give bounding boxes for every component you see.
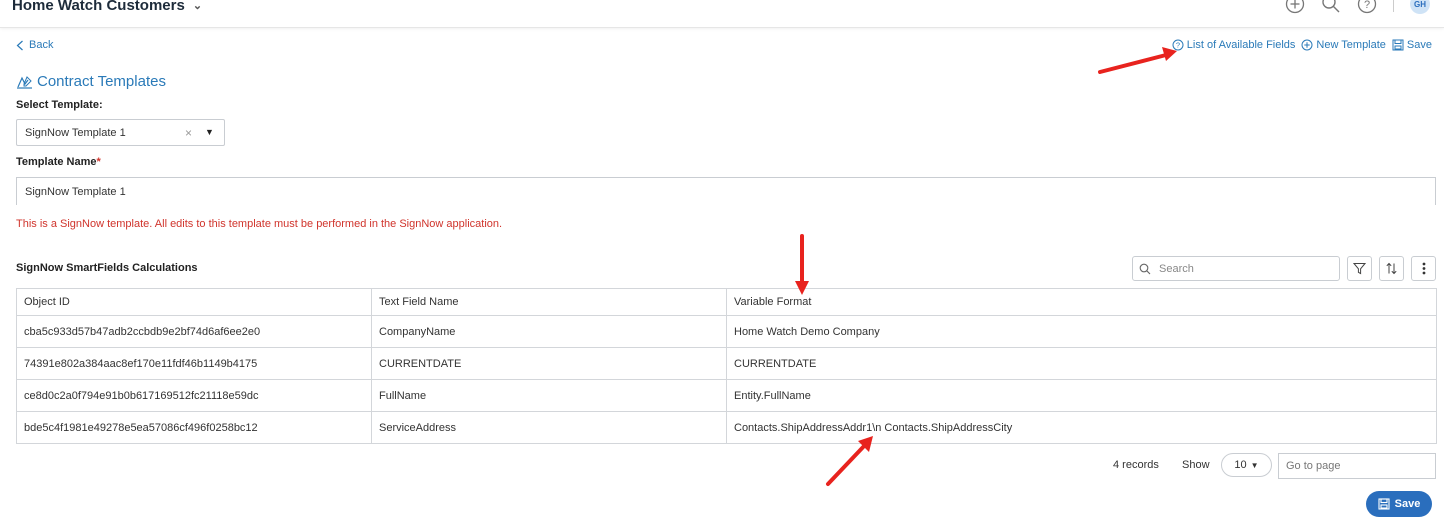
cell-object-id: bde5c4f1981e49278e5ea57086cf496f0258bc12 bbox=[16, 411, 372, 444]
template-name-value: SignNow Template 1 bbox=[25, 185, 126, 198]
help-icon[interactable]: ? bbox=[1357, 0, 1377, 14]
filter-icon bbox=[1353, 263, 1366, 275]
column-header-object-id[interactable]: Object ID bbox=[16, 288, 372, 316]
grid-title: SignNow SmartFields Calculations bbox=[16, 262, 198, 274]
help-circle-icon: ? bbox=[1172, 39, 1184, 51]
table-header-row: Object ID Text Field Name Variable Forma… bbox=[16, 288, 1437, 316]
cell-object-id: cba5c933d57b47adb2ccbdb9e2bf74d6af6ee2e0 bbox=[16, 315, 372, 348]
chevron-down-icon: ⌄ bbox=[192, 0, 203, 12]
top-bar: Home Watch Customers ⌄ ? GH bbox=[0, 0, 1444, 28]
back-label: Back bbox=[29, 39, 54, 51]
kebab-menu-icon bbox=[1422, 262, 1425, 275]
new-template-button[interactable]: New Template bbox=[1301, 39, 1386, 51]
annotation-arrow-list-fields bbox=[1098, 47, 1177, 74]
search-icon bbox=[1139, 263, 1151, 274]
save-icon bbox=[1392, 39, 1404, 51]
app-title: Home Watch Customers bbox=[12, 0, 185, 14]
smartfields-table: Object ID Text Field Name Variable Forma… bbox=[16, 288, 1437, 444]
table-row[interactable]: ce8d0c2a0f794e91b0b617169512fc21118e59dc… bbox=[16, 379, 1437, 412]
cell-text-field-name: ServiceAddress bbox=[371, 411, 727, 444]
list-available-fields-label: List of Available Fields bbox=[1186, 39, 1296, 51]
add-circle-icon[interactable] bbox=[1285, 0, 1305, 14]
sort-button[interactable] bbox=[1379, 256, 1404, 281]
cell-variable-format: Entity.FullName bbox=[726, 379, 1437, 412]
dropdown-arrow-icon: ▼ bbox=[1250, 460, 1259, 470]
filter-button[interactable] bbox=[1347, 256, 1372, 281]
avatar-initials: GH bbox=[1414, 0, 1426, 9]
cell-text-field-name: CURRENTDATE bbox=[371, 347, 727, 380]
go-to-page-placeholder: Go to page bbox=[1286, 460, 1341, 472]
list-available-fields-button[interactable]: ? List of Available Fields bbox=[1172, 39, 1296, 51]
table-row[interactable]: 74391e802a384aac8ef170e11fdf46b1149b4175… bbox=[16, 347, 1437, 380]
table-row[interactable]: cba5c933d57b47adb2ccbdb9e2bf74d6af6ee2e0… bbox=[16, 315, 1437, 348]
go-to-page-input[interactable]: Go to page bbox=[1278, 453, 1436, 479]
cell-object-id: 74391e802a384aac8ef170e11fdf46b1149b4175 bbox=[16, 347, 372, 380]
page-size-select[interactable]: 10 ▼ bbox=[1221, 453, 1272, 477]
select-template-label: Select Template: bbox=[16, 99, 103, 111]
page-actions: ? List of Available Fields New Template … bbox=[1172, 39, 1432, 51]
svg-text:?: ? bbox=[1176, 41, 1180, 50]
cell-variable-format: Home Watch Demo Company bbox=[726, 315, 1437, 348]
template-name-label: Template Name* bbox=[16, 156, 101, 168]
page-title: Contract Templates bbox=[16, 73, 166, 90]
add-circle-icon bbox=[1301, 39, 1313, 51]
select-template-value: SignNow Template 1 bbox=[25, 126, 126, 139]
cell-variable-format: Contacts.ShipAddressAddr1\n Contacts.Shi… bbox=[726, 411, 1437, 444]
page-size-value: 10 bbox=[1234, 459, 1247, 471]
back-link[interactable]: Back bbox=[16, 39, 53, 51]
table-row[interactable]: bde5c4f1981e49278e5ea57086cf496f0258bc12… bbox=[16, 411, 1437, 444]
save-link-label: Save bbox=[1406, 39, 1432, 51]
search-placeholder: Search bbox=[1159, 262, 1194, 275]
save-link-button[interactable]: Save bbox=[1392, 39, 1432, 51]
records-count: 4 records bbox=[1113, 459, 1159, 471]
signnow-warning: This is a SignNow template. All edits to… bbox=[16, 218, 503, 230]
cell-text-field-name: FullName bbox=[371, 379, 727, 412]
annotation-arrow-variable-format bbox=[795, 234, 809, 295]
toolbar-divider bbox=[1393, 0, 1394, 12]
app-switcher[interactable]: Home Watch Customers ⌄ bbox=[12, 0, 202, 14]
new-template-label: New Template bbox=[1316, 39, 1386, 51]
page-title-text: Contract Templates bbox=[37, 73, 166, 90]
save-icon bbox=[1378, 498, 1390, 510]
select-template-dropdown[interactable]: SignNow Template 1 × ▼ bbox=[16, 119, 225, 146]
signature-icon bbox=[17, 75, 32, 89]
show-label: Show bbox=[1182, 459, 1210, 471]
save-button-label: Save bbox=[1394, 498, 1421, 510]
search-input[interactable]: Search bbox=[1132, 256, 1340, 281]
template-name-label-text: Template Name bbox=[16, 156, 97, 168]
cell-variable-format: CURRENTDATE bbox=[726, 347, 1437, 380]
cell-text-field-name: CompanyName bbox=[371, 315, 727, 348]
required-mark: * bbox=[96, 156, 101, 168]
cell-object-id: ce8d0c2a0f794e91b0b617169512fc21118e59dc bbox=[16, 379, 372, 412]
more-options-button[interactable] bbox=[1411, 256, 1436, 281]
chevron-left-icon bbox=[16, 40, 23, 50]
save-button[interactable]: Save bbox=[1366, 491, 1432, 517]
clear-icon[interactable]: × bbox=[185, 126, 192, 140]
column-header-text-field-name[interactable]: Text Field Name bbox=[371, 288, 727, 316]
dropdown-arrow-icon[interactable]: ▼ bbox=[205, 127, 214, 137]
template-name-input[interactable]: SignNow Template 1 bbox=[16, 177, 1436, 205]
user-avatar[interactable]: GH bbox=[1410, 0, 1430, 14]
sort-icon bbox=[1386, 262, 1397, 275]
svg-text:?: ? bbox=[1364, 0, 1370, 11]
column-header-variable-format[interactable]: Variable Format bbox=[726, 288, 1437, 316]
search-icon[interactable] bbox=[1321, 0, 1341, 14]
